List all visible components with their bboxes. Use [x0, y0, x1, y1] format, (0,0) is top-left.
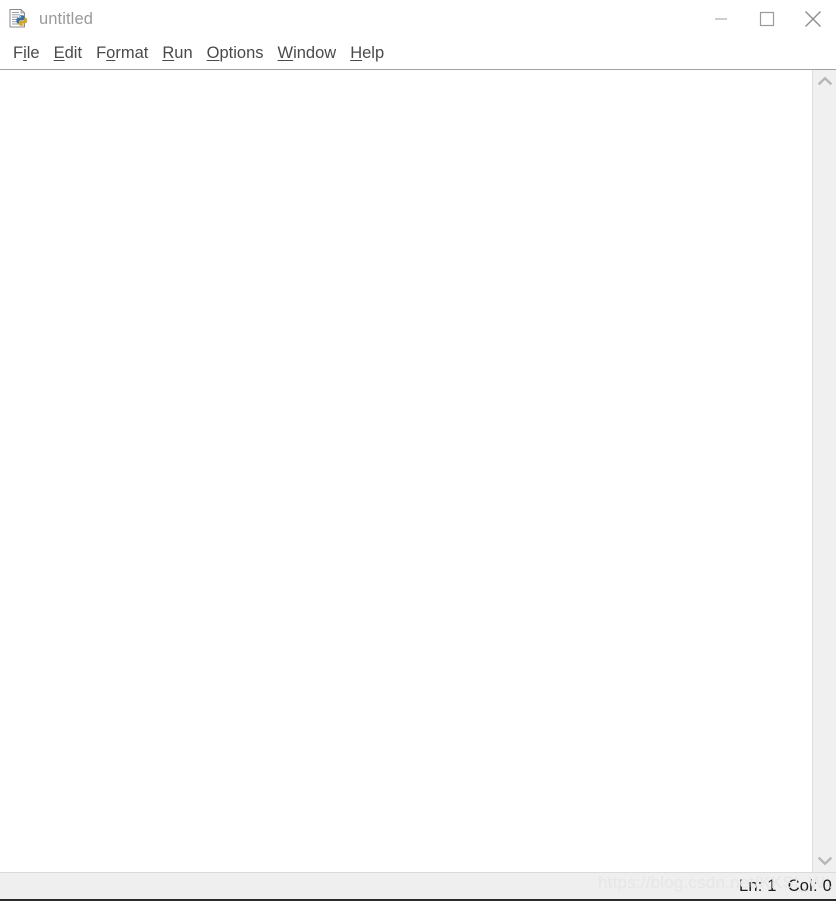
menu-format-pre: F: [96, 44, 107, 63]
menu-item-format[interactable]: Format: [89, 45, 155, 62]
menu-window-mnemonic: W: [277, 44, 294, 63]
menu-help-post: elp: [362, 44, 385, 63]
scroll-down-button[interactable]: [813, 850, 836, 872]
window-title: untitled: [39, 9, 94, 28]
menu-item-window[interactable]: Window: [271, 45, 344, 62]
status-bar: Ln: 1 Col: 0: [0, 872, 836, 901]
maximize-icon: [759, 11, 775, 27]
code-text-area[interactable]: [0, 70, 812, 872]
menu-window-post: indow: [293, 44, 337, 63]
close-button[interactable]: [790, 0, 836, 38]
minimize-button[interactable]: [698, 0, 744, 38]
menu-bar: File Edit Format Run Options Window Help: [0, 38, 836, 70]
menu-options-mnemonic: O: [206, 44, 220, 63]
close-icon: [803, 9, 823, 29]
menu-help-mnemonic: H: [350, 44, 363, 63]
menu-run-post: un: [174, 44, 193, 63]
menu-run-mnemonic: R: [162, 44, 175, 63]
menu-item-run[interactable]: Run: [155, 45, 199, 62]
menu-format-mnemonic: o: [106, 44, 116, 63]
menu-options-post: ptions: [219, 44, 264, 63]
idle-editor-window: untitled File Edit Format Run Options Wi…: [0, 0, 836, 901]
python-file-icon: [8, 8, 30, 30]
scroll-up-button[interactable]: [813, 70, 836, 92]
chevron-down-icon: [817, 856, 832, 866]
maximize-button[interactable]: [744, 0, 790, 38]
menu-edit-mnemonic: E: [53, 44, 65, 63]
menu-file-pre: F: [13, 44, 24, 63]
menu-item-help[interactable]: Help: [343, 45, 391, 62]
chevron-up-icon: [817, 76, 832, 86]
menu-file-post: le: [26, 44, 40, 63]
window-controls: [698, 0, 836, 38]
menu-format-post: rmat: [115, 44, 149, 63]
title-bar: untitled: [0, 0, 836, 38]
status-line-indicator: Ln: 1: [738, 876, 777, 895]
menu-item-edit[interactable]: Edit: [47, 45, 89, 62]
menu-item-file[interactable]: File: [6, 45, 47, 62]
minimize-icon: [714, 12, 728, 26]
scrollbar-track[interactable]: [813, 92, 836, 850]
vertical-scrollbar[interactable]: [812, 70, 836, 872]
menu-edit-post: dit: [64, 44, 83, 63]
title-bar-left: untitled: [0, 8, 93, 30]
menu-item-options[interactable]: Options: [200, 45, 271, 62]
status-column-indicator: Col: 0: [787, 876, 832, 895]
editor-area: [0, 70, 836, 872]
